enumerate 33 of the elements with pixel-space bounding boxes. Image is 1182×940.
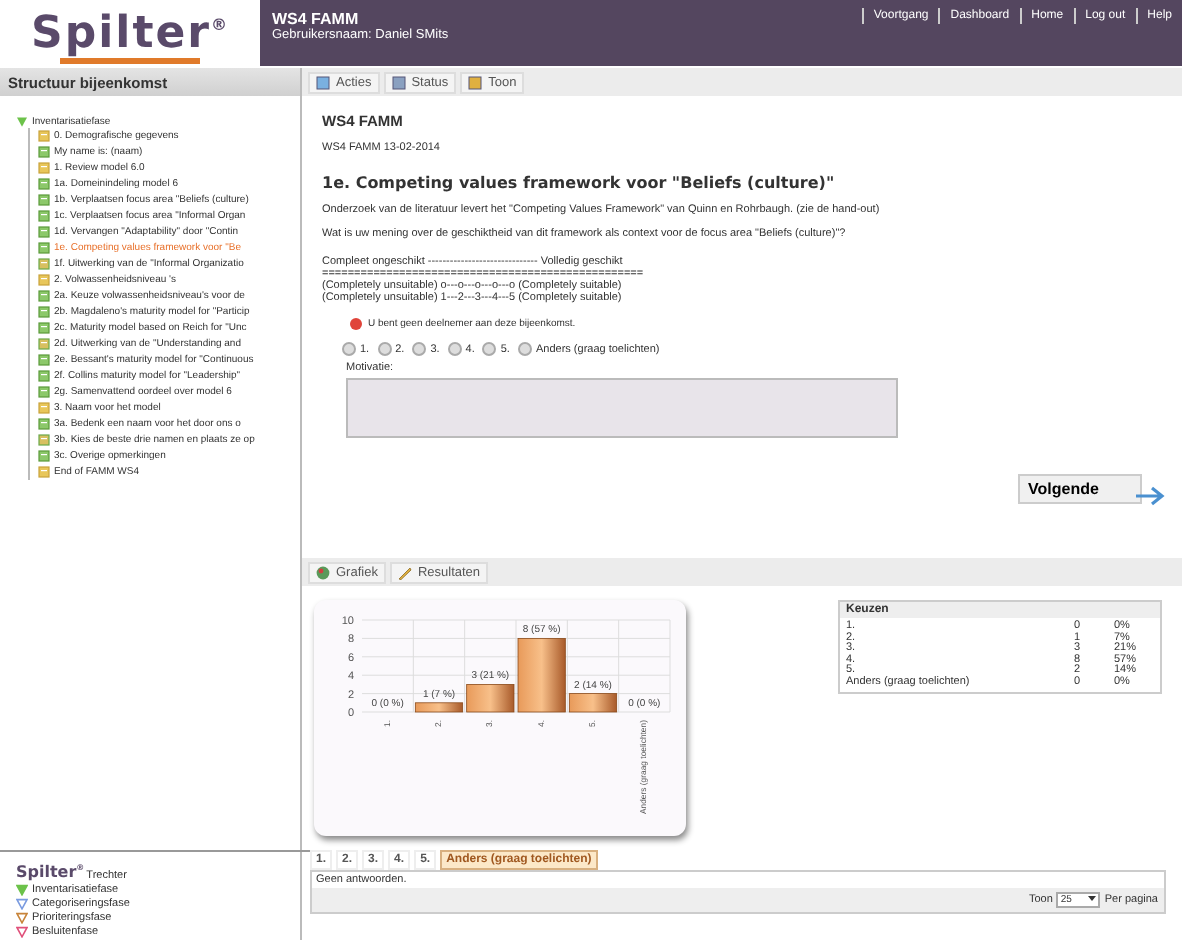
- pencil-icon: [397, 565, 412, 579]
- globe-icon: [316, 565, 330, 579]
- motivation-field[interactable]: [346, 378, 898, 438]
- document-icon: [38, 226, 50, 238]
- document-icon: [38, 290, 50, 302]
- document-icon: [38, 450, 50, 462]
- document-icon: [38, 418, 50, 430]
- radio-button[interactable]: [482, 342, 497, 356]
- document-icon: [38, 178, 50, 190]
- question-title: 1e. Competing values framework voor "Beliefs (culture)": [322, 174, 837, 192]
- radio-button[interactable]: [412, 342, 427, 356]
- document-icon: [38, 370, 50, 382]
- arrow-icon: [1134, 486, 1166, 506]
- document-icon: [38, 194, 50, 206]
- meeting-title: WS4 FAMM: [272, 10, 361, 28]
- document-icon: [38, 434, 50, 446]
- radio-button[interactable]: [447, 342, 462, 356]
- document-icon: [38, 322, 50, 334]
- logo: Spilter$^{®}$: [0, 0, 260, 68]
- radio-button[interactable]: [377, 342, 392, 356]
- dropdown-icon: [1088, 894, 1097, 902]
- radio-button[interactable]: [342, 342, 356, 356]
- radio-button[interactable]: [517, 342, 532, 356]
- warning-icon: [350, 318, 362, 330]
- document-icon: [38, 338, 50, 350]
- document-icon: [38, 306, 50, 318]
- document-icon: [38, 354, 50, 366]
- document-icon: [38, 258, 50, 270]
- document-icon: [38, 146, 50, 158]
- document-icon: [38, 210, 50, 222]
- next-button[interactable]: Volgende: [1018, 474, 1142, 504]
- document-icon: [38, 242, 50, 254]
- document-icon: [38, 386, 50, 398]
